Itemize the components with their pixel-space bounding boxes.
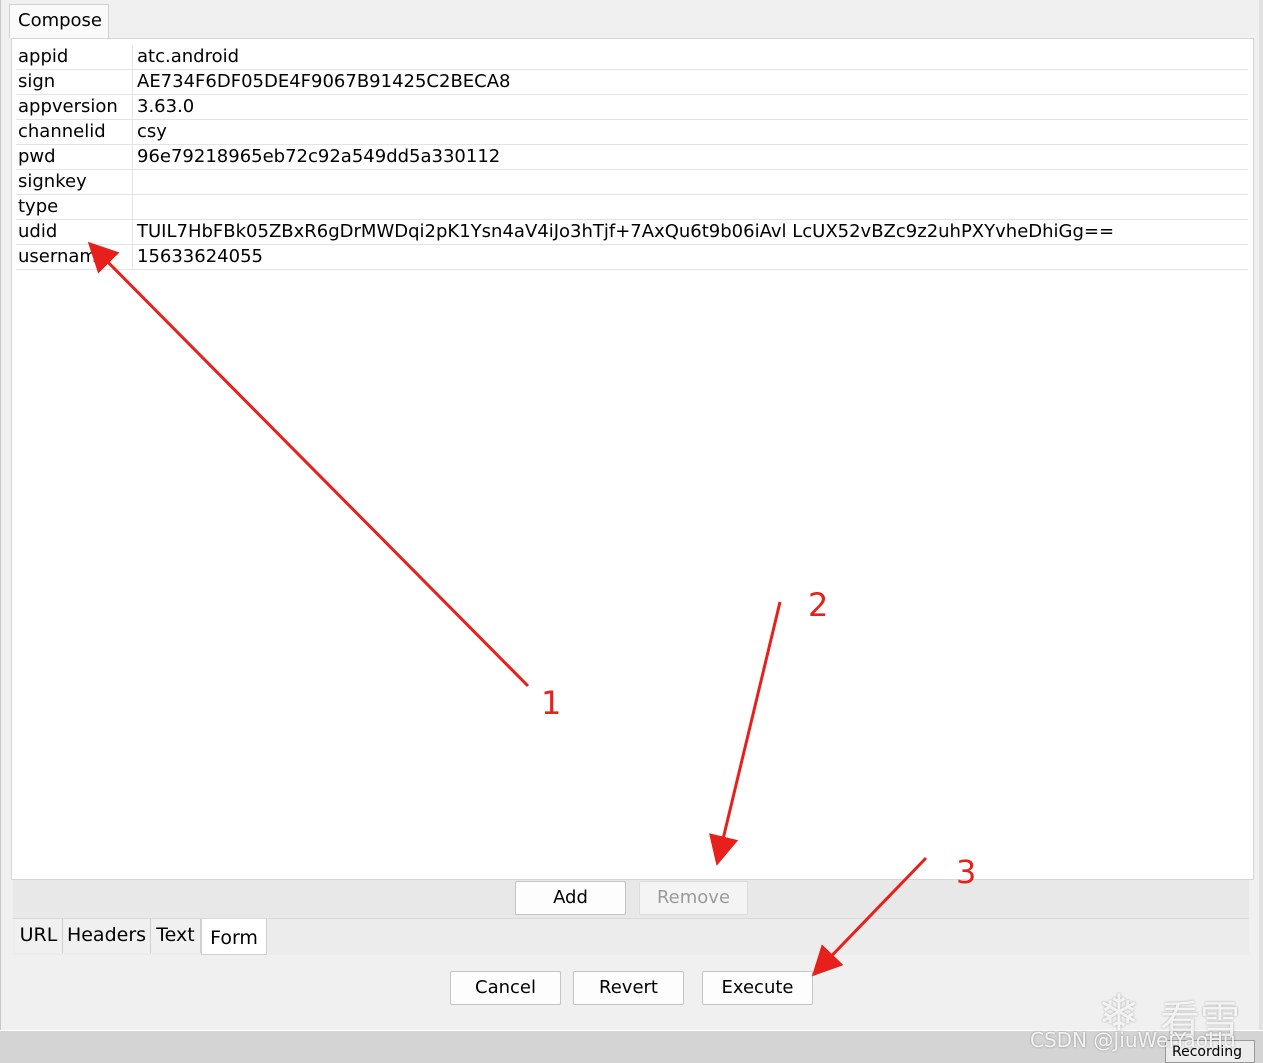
annotation-number-1: 1	[541, 684, 562, 722]
watermark-text: CSDN @JiuWeiYaoHu	[1030, 1028, 1236, 1052]
annotation-number-3: 3	[956, 853, 977, 891]
annotation-number-2: 2	[808, 586, 829, 624]
arrow-2	[709, 601, 782, 866]
annotation-arrows	[87, 241, 928, 977]
arrow-1	[87, 241, 530, 688]
arrow-3	[811, 856, 928, 977]
